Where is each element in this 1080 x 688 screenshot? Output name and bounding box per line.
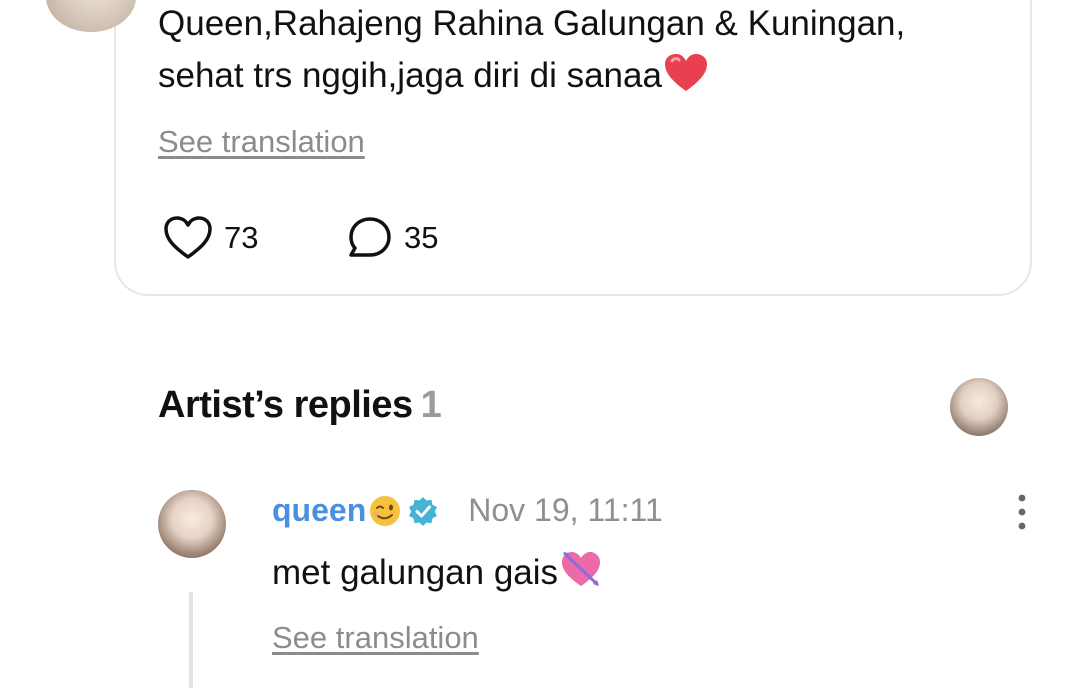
post-text-line-2: sehat trs nggih,jaga diri di sanaa xyxy=(158,56,662,95)
reply-header: queen Nov 19, 11:11 xyxy=(272,492,663,529)
post-body: Queen,Rahajeng Rahina Galungan & Kuninga… xyxy=(158,0,1038,102)
verified-badge-icon xyxy=(409,496,438,526)
post-text-line-2-wrap: sehat trs nggih,jaga diri di sanaa xyxy=(158,50,1038,102)
red-heart-emoji xyxy=(664,54,707,91)
artist-replies-heading: Artist’s replies 1 xyxy=(158,384,442,427)
artist-avatar[interactable] xyxy=(950,378,1008,436)
comment-count: 35 xyxy=(404,220,439,255)
reply-body: met galungan gais xyxy=(272,548,603,593)
reply-author-name[interactable]: queen xyxy=(272,492,366,529)
reply-author-avatar[interactable] xyxy=(158,490,226,558)
comment-bubble-icon xyxy=(349,217,391,257)
wink-emoji xyxy=(370,495,401,526)
post-text-line-1: Queen,Rahajeng Rahina Galungan & Kuninga… xyxy=(158,4,906,43)
thread-line xyxy=(189,592,193,688)
heart-icon xyxy=(164,216,212,259)
post-see-translation-link[interactable]: See translation xyxy=(158,124,365,160)
reply-timestamp: Nov 19, 11:11 xyxy=(468,492,663,528)
artist-replies-title: Artist’s replies xyxy=(158,384,413,426)
reply-see-translation-link[interactable]: See translation xyxy=(272,620,479,656)
reply-text: met galungan gais xyxy=(272,553,559,592)
like-count: 73 xyxy=(224,220,259,255)
heart-arrow-emoji xyxy=(562,552,601,586)
like-button[interactable]: 73 xyxy=(162,215,258,261)
artist-replies-count: 1 xyxy=(420,384,442,426)
more-vertical-icon[interactable] xyxy=(1010,494,1034,534)
comment-button[interactable]: 35 xyxy=(346,215,438,261)
